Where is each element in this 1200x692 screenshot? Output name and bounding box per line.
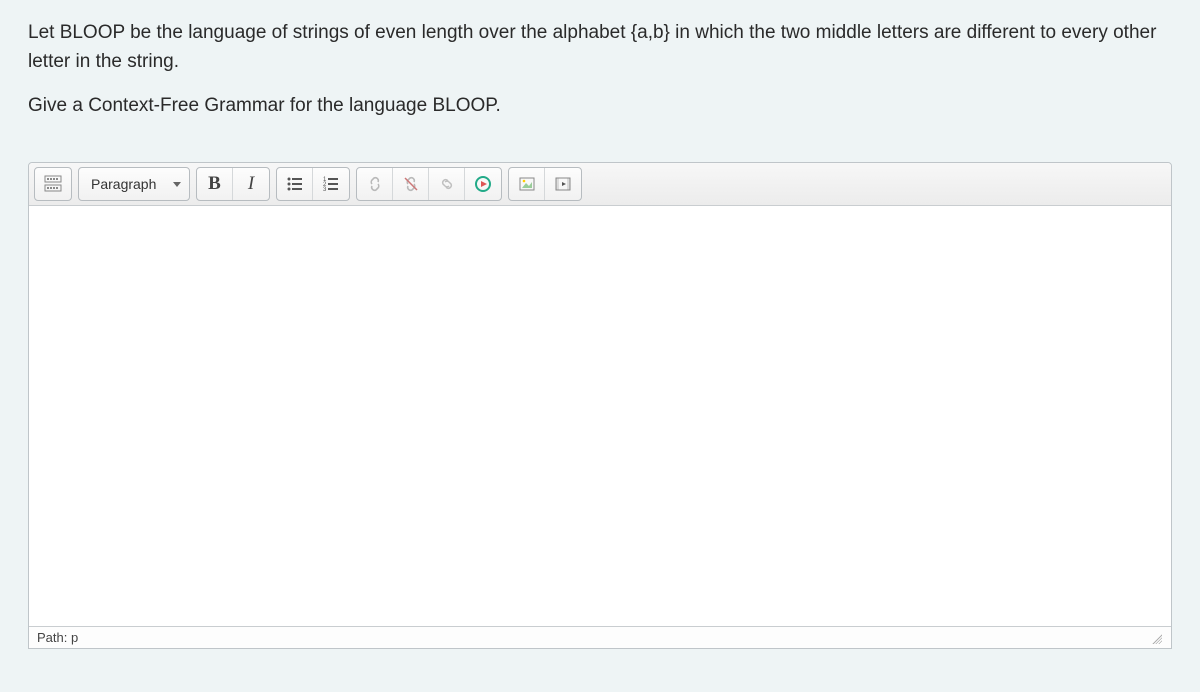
film-icon	[554, 175, 572, 193]
rich-text-editor: Paragraph B I	[28, 162, 1172, 649]
bold-button[interactable]: B	[197, 168, 233, 200]
editor-content-area[interactable]	[29, 206, 1171, 626]
format-select[interactable]: Paragraph	[78, 167, 190, 201]
image-icon	[518, 175, 536, 193]
numbered-list-icon: 1 2 3	[322, 175, 340, 193]
toolbar-toggle-icon	[44, 175, 62, 193]
image-button[interactable]	[509, 168, 545, 200]
unlink-button[interactable]	[393, 168, 429, 200]
toolbar-group-toggle	[34, 167, 72, 201]
video-button[interactable]	[545, 168, 581, 200]
bullet-list-button[interactable]	[277, 168, 313, 200]
media-icon	[474, 175, 492, 193]
link-button[interactable]	[357, 168, 393, 200]
unlink-icon	[402, 175, 420, 193]
editor-toolbar: Paragraph B I	[29, 163, 1171, 206]
link-icon	[366, 175, 384, 193]
editor-statusbar: Path: p	[29, 626, 1171, 648]
media-button[interactable]	[465, 168, 501, 200]
toolbar-toggle-button[interactable]	[35, 168, 71, 200]
toolbar-group-text: B I	[196, 167, 270, 201]
chevron-down-icon	[173, 182, 181, 187]
toolbar-group-links	[356, 167, 502, 201]
toolbar-group-lists: 1 2 3	[276, 167, 350, 201]
question-text: Let BLOOP be the language of strings of …	[28, 18, 1172, 120]
format-select-label: Paragraph	[91, 176, 156, 192]
question-line-2: Give a Context-Free Grammar for the lang…	[28, 91, 1172, 120]
bold-icon: B	[208, 173, 221, 195]
anchor-icon	[438, 175, 456, 193]
question-line-1: Let BLOOP be the language of strings of …	[28, 18, 1172, 77]
resize-handle[interactable]	[1149, 631, 1163, 645]
anchor-button[interactable]	[429, 168, 465, 200]
italic-button[interactable]: I	[233, 168, 269, 200]
numbered-list-button[interactable]: 1 2 3	[313, 168, 349, 200]
bullet-list-icon	[286, 175, 304, 193]
italic-icon: I	[248, 173, 254, 195]
toolbar-group-media	[508, 167, 582, 201]
svg-text:3: 3	[323, 187, 327, 193]
editor-path: Path: p	[37, 630, 78, 645]
